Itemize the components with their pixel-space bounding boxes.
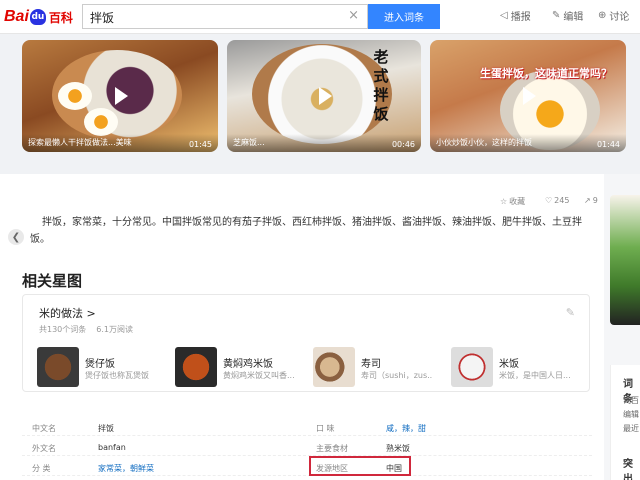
entry-summary: 拌饭，家常菜，十分常见。中国拌饭常见的有茄子拌饭、西红柿拌饭、猪油拌饭、酱油拌饭…	[30, 217, 582, 245]
info-key: 分 类	[32, 464, 51, 473]
dish-name: 寿司	[361, 359, 381, 370]
info-key: 中文名	[32, 424, 56, 433]
view-count: 6.1万阅读	[96, 325, 134, 334]
like-button[interactable]: ♡ 245	[545, 196, 569, 205]
read-aloud-button[interactable]: ◁ 播报	[500, 8, 531, 23]
discuss-icon: ⊕	[598, 10, 607, 21]
related-graph-card: 米的做法 > ✎ 共130个词条 6.1万阅读 煲仔饭 煲仔饭也称瓦煲饭 黄焖鸡…	[22, 294, 590, 392]
card-title-link[interactable]: 米的做法 >	[39, 305, 96, 321]
sound-icon: ◁	[500, 10, 508, 21]
action-label: 245	[554, 196, 570, 205]
chevron-left-icon[interactable]: ❮	[8, 229, 24, 245]
info-value: banfan	[98, 443, 126, 452]
share-button[interactable]: ↗ 9	[584, 196, 598, 205]
edit-icon[interactable]: ✎	[566, 306, 575, 319]
chevron-right-icon: >	[86, 307, 96, 320]
video-card[interactable]: 探索最懒人干拌饭做法...美味 01:45	[22, 40, 218, 152]
info-value[interactable]: 家常菜，朝鲜菜	[98, 463, 154, 474]
dish-desc: 煲仔饭也称瓦煲饭	[85, 371, 149, 380]
egg-image	[58, 82, 92, 110]
dish-desc: 米饭，是中国人日...	[499, 371, 571, 380]
enter-entry-button[interactable]: 进入词条	[368, 4, 440, 29]
dish-thumbnail	[37, 347, 79, 387]
baidu-baike-logo[interactable]: Bai du 百科	[4, 6, 73, 28]
discuss-button[interactable]: ⊕ 讨论	[598, 8, 629, 23]
dish-thumbnail	[175, 347, 217, 387]
tool-label: 播报	[510, 12, 531, 23]
info-key: 主要食材	[316, 444, 348, 453]
video-strip: 探索最懒人干拌饭做法...美味 01:45 老式拌饭 芝麻饭... 00:46 …	[0, 34, 640, 174]
share-icon: ↗	[584, 196, 591, 205]
right-panel-line[interactable]: 最近	[623, 423, 639, 434]
dish-name: 米饭	[499, 359, 519, 370]
search-value: 拌饭	[90, 11, 115, 25]
tool-label: 编辑	[563, 12, 584, 23]
highlight-box	[309, 456, 411, 476]
favorite-button[interactable]: ☆ 收藏	[500, 196, 525, 207]
info-row: 外文名 banfan 主要食材 熟米饭	[22, 438, 592, 456]
dish-thumbnail	[313, 347, 355, 387]
video-duration: 00:46	[391, 140, 415, 149]
right-panel-line[interactable]: 编辑	[623, 409, 639, 420]
logo-text: Bai	[4, 8, 29, 25]
info-key: 口 味	[316, 424, 335, 433]
info-key: 外文名	[32, 444, 56, 453]
info-value[interactable]: 咸，辣，甜	[386, 423, 426, 434]
paw-icon: du	[29, 9, 46, 25]
section-title: 相关星图	[22, 272, 83, 290]
play-icon[interactable]	[523, 87, 536, 105]
right-side-panel: 词条 词百 编辑 最近 突出	[610, 365, 640, 480]
video-card[interactable]: 生蛋拌饭，这味道正常吗？ 小伙炒饭小伙，这样的拌饭 01:44	[430, 40, 626, 152]
edit-icon: ✎	[552, 10, 561, 21]
entry-image[interactable]	[610, 195, 640, 325]
dish-desc: 寿司（sushi，zus...	[361, 371, 433, 380]
clear-icon[interactable]: ×	[348, 8, 359, 23]
top-bar: Bai du 百科 拌饭 × 进入词条 ◁ 播报 ✎ 编辑 ⊕ 讨论	[0, 0, 640, 34]
right-panel-line[interactable]: 词百	[623, 395, 639, 406]
action-label: 收藏	[509, 197, 526, 206]
dish-name: 黄焖鸡米饭	[223, 359, 273, 370]
dish-name: 煲仔饭	[85, 359, 115, 370]
like-icon: ♡	[545, 196, 553, 205]
play-icon[interactable]	[319, 87, 332, 105]
video-overlay-text: 老式拌饭	[373, 48, 389, 123]
card-title: 米的做法	[39, 307, 83, 320]
entry-count: 共130个词条	[39, 325, 87, 334]
logo-suffix: 百科	[48, 10, 73, 25]
star-icon: ☆	[500, 197, 508, 206]
info-value: 熟米饭	[386, 444, 410, 453]
right-panel-title: 突出	[623, 459, 633, 480]
search-input[interactable]: 拌饭 ×	[82, 4, 368, 29]
tool-label: 讨论	[609, 12, 630, 23]
egg-image	[84, 108, 118, 136]
play-icon[interactable]	[115, 87, 128, 105]
info-value: 拌饭	[98, 424, 114, 433]
action-label: 9	[592, 196, 598, 205]
edit-button[interactable]: ✎ 编辑	[552, 8, 583, 23]
video-card[interactable]: 老式拌饭 芝麻饭... 00:46	[227, 40, 421, 152]
video-duration: 01:45	[188, 140, 212, 149]
dish-desc: 黄焖鸡米饭又叫香...	[223, 371, 295, 380]
video-overlay-text: 生蛋拌饭，这味道正常吗？	[480, 67, 612, 80]
dish-thumbnail	[451, 347, 493, 387]
info-row: 中文名 拌饭 口 味 咸，辣，甜	[22, 418, 592, 436]
video-duration: 01:44	[596, 140, 620, 149]
info-row: 分 类 家常菜，朝鲜菜 发源地区 中国	[22, 458, 592, 476]
card-meta: 共130个词条 6.1万阅读	[39, 324, 133, 335]
